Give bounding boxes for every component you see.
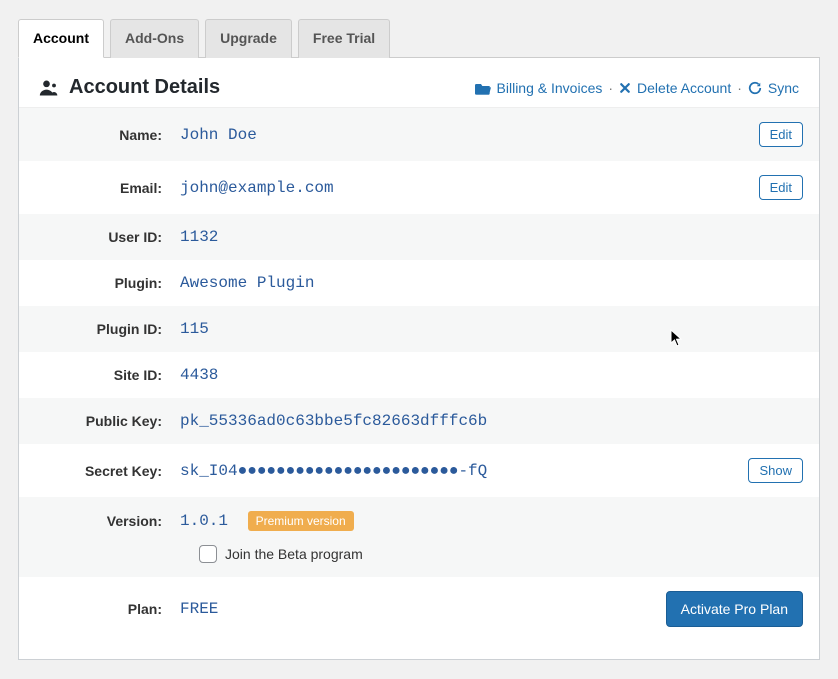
beta-label: Join the Beta program bbox=[225, 546, 363, 562]
value-user-id: 1132 bbox=[180, 228, 803, 246]
row-version: Version: 1.0.1 Premium version bbox=[19, 497, 819, 537]
delete-account-label: Delete Account bbox=[637, 80, 731, 96]
close-icon bbox=[619, 82, 631, 94]
tabs-nav: Account Add-Ons Upgrade Free Trial bbox=[18, 18, 820, 58]
row-plan: Plan: FREE Activate Pro Plan bbox=[19, 577, 819, 641]
label-email: Email: bbox=[35, 180, 180, 196]
sync-link[interactable]: Sync bbox=[748, 80, 799, 96]
value-secret-key: sk_I04●●●●●●●●●●●●●●●●●●●●●●●-fQ bbox=[180, 462, 748, 480]
edit-name-button[interactable]: Edit bbox=[759, 122, 803, 147]
value-version: 1.0.1 Premium version bbox=[180, 511, 803, 531]
label-user-id: User ID: bbox=[35, 229, 180, 245]
folder-open-icon bbox=[475, 81, 491, 95]
version-number: 1.0.1 bbox=[180, 512, 228, 530]
value-plugin-id: 115 bbox=[180, 320, 803, 338]
value-plan: FREE bbox=[180, 600, 218, 618]
row-beta: Join the Beta program bbox=[19, 537, 819, 577]
separator-dot: · bbox=[608, 80, 613, 96]
value-site-id: 4438 bbox=[180, 366, 803, 384]
tab-addons[interactable]: Add-Ons bbox=[110, 19, 199, 58]
account-card: Account Details Billing & Invoices · Del… bbox=[18, 58, 820, 660]
row-public-key: Public Key: pk_55336ad0c63bbe5fc82663dff… bbox=[19, 398, 819, 444]
label-plugin: Plugin: bbox=[35, 275, 180, 291]
billing-invoices-link[interactable]: Billing & Invoices bbox=[475, 80, 603, 96]
card-title-block: Account Details bbox=[39, 76, 220, 99]
label-public-key: Public Key: bbox=[35, 413, 180, 429]
refresh-icon bbox=[748, 81, 762, 95]
label-version: Version: bbox=[35, 513, 180, 529]
label-secret-key: Secret Key: bbox=[35, 463, 180, 479]
sync-label: Sync bbox=[768, 80, 799, 96]
row-email: Email: john@example.com Edit bbox=[19, 161, 819, 214]
label-site-id: Site ID: bbox=[35, 367, 180, 383]
billing-invoices-label: Billing & Invoices bbox=[497, 80, 603, 96]
activate-pro-button[interactable]: Activate Pro Plan bbox=[666, 591, 803, 627]
value-name: John Doe bbox=[180, 126, 759, 144]
row-site-id: Site ID: 4438 bbox=[19, 352, 819, 398]
value-plugin: Awesome Plugin bbox=[180, 274, 803, 292]
label-name: Name: bbox=[35, 127, 180, 143]
beta-checkbox[interactable] bbox=[199, 545, 217, 563]
premium-badge: Premium version bbox=[248, 511, 354, 531]
user-icon bbox=[39, 78, 59, 98]
show-secret-button[interactable]: Show bbox=[748, 458, 803, 483]
label-plugin-id: Plugin ID: bbox=[35, 321, 180, 337]
value-email: john@example.com bbox=[180, 179, 759, 197]
card-title: Account Details bbox=[69, 76, 220, 99]
label-plan: Plan: bbox=[35, 601, 180, 617]
separator-dot: · bbox=[737, 80, 742, 96]
delete-account-link[interactable]: Delete Account bbox=[619, 80, 731, 96]
row-plugin: Plugin: Awesome Plugin bbox=[19, 260, 819, 306]
value-public-key: pk_55336ad0c63bbe5fc82663dfffc6b bbox=[180, 412, 803, 430]
row-name: Name: John Doe Edit bbox=[19, 108, 819, 161]
tab-free-trial[interactable]: Free Trial bbox=[298, 19, 390, 58]
edit-email-button[interactable]: Edit bbox=[759, 175, 803, 200]
head-actions: Billing & Invoices · Delete Account · Sy… bbox=[475, 80, 799, 96]
row-user-id: User ID: 1132 bbox=[19, 214, 819, 260]
tab-upgrade[interactable]: Upgrade bbox=[205, 19, 292, 58]
row-secret-key: Secret Key: sk_I04●●●●●●●●●●●●●●●●●●●●●●… bbox=[19, 444, 819, 497]
row-plugin-id: Plugin ID: 115 bbox=[19, 306, 819, 352]
tab-account[interactable]: Account bbox=[18, 19, 104, 58]
